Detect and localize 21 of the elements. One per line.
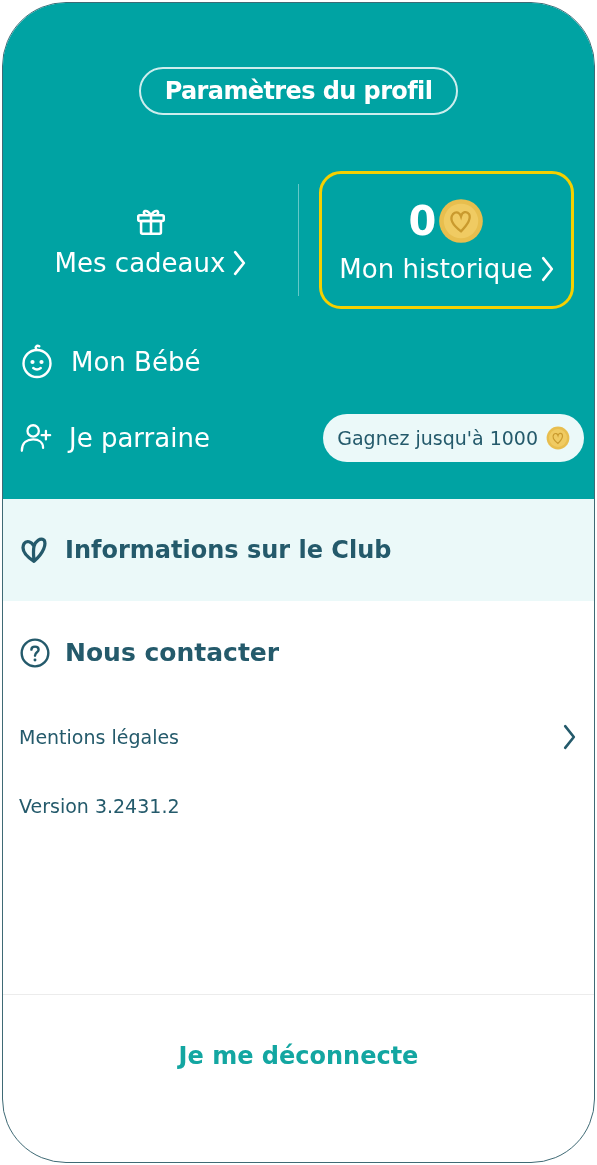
- chevron-right-icon: [233, 250, 247, 276]
- baby-face-icon: [19, 344, 55, 380]
- history-button[interactable]: 0 Mon historique: [319, 171, 574, 309]
- coin-icon: [546, 426, 570, 450]
- points-count: 0: [408, 201, 437, 241]
- profile-settings-button[interactable]: Paramètres du profil: [138, 67, 459, 115]
- heart-icon: [19, 535, 49, 565]
- chevron-right-icon: [563, 724, 576, 750]
- version-text: Version 3.2431.2: [19, 793, 180, 819]
- menu-item[interactable]: Mon Bébé: [19, 342, 201, 382]
- chevron-right-icon: [540, 256, 554, 282]
- add-user-icon: [19, 421, 53, 455]
- contact-item[interactable]: Nous contacter: [3, 601, 594, 705]
- legal-notice-item[interactable]: Mentions légales: [3, 705, 594, 769]
- logout-button[interactable]: Je me déconnecte: [178, 1035, 419, 1077]
- help-icon: [19, 637, 51, 669]
- coin-icon: [438, 198, 485, 244]
- menu-item[interactable]: Je parraine: [19, 418, 210, 458]
- club-info-item[interactable]: Informations sur le Club: [3, 499, 594, 601]
- reward-badge: Gagnez jusqu'à 1000: [323, 414, 584, 462]
- gifts-button[interactable]: Mes cadeaux: [23, 171, 278, 309]
